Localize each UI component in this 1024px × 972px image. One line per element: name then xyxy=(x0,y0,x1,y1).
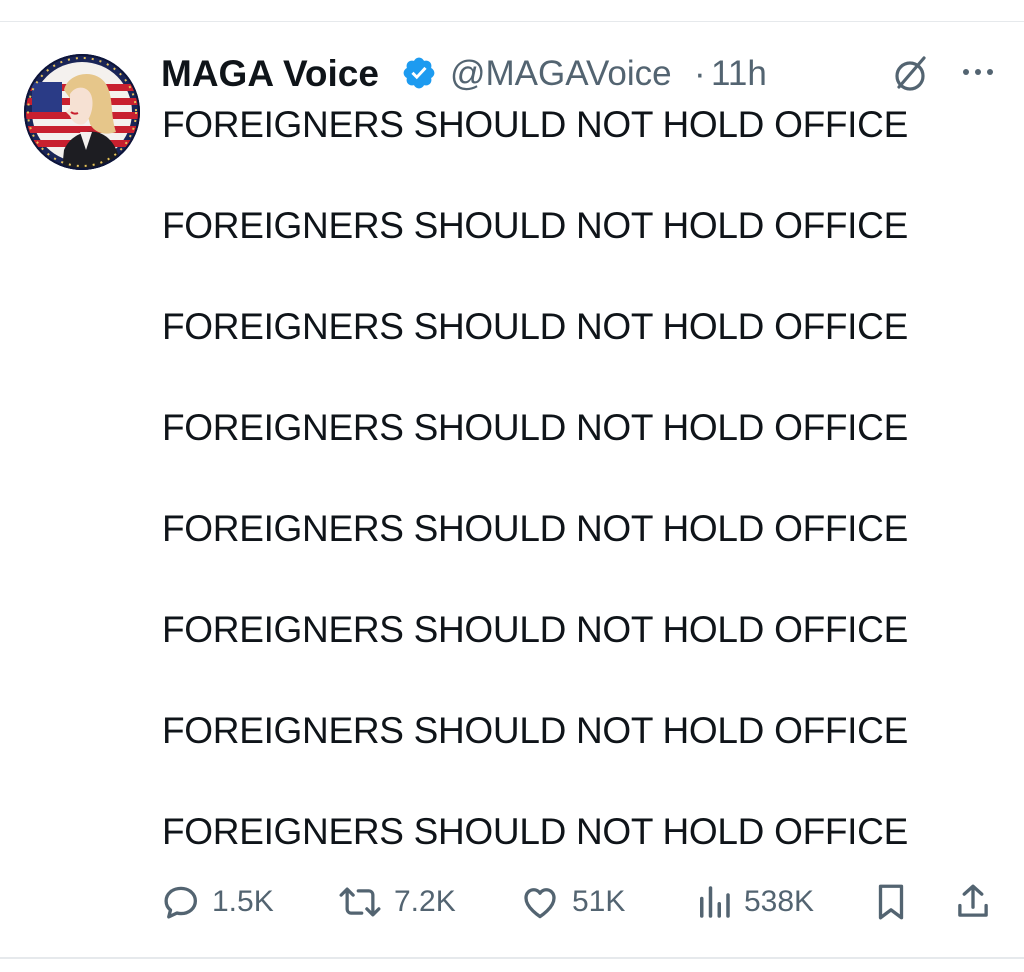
bookmark-button[interactable] xyxy=(874,880,908,924)
repost-button[interactable]: 7.2K xyxy=(336,880,456,924)
tweet-text: FOREIGNERS SHOULD NOT HOLD OFFICE FOREIG… xyxy=(162,100,1002,908)
verified-badge-icon[interactable] xyxy=(401,55,437,91)
reply-button[interactable]: 1.5K xyxy=(160,880,274,924)
tweet-line: FOREIGNERS SHOULD NOT HOLD OFFICE xyxy=(162,205,908,246)
views-icon xyxy=(694,881,734,923)
tweet-line: FOREIGNERS SHOULD NOT HOLD OFFICE xyxy=(162,306,908,347)
heart-icon xyxy=(518,881,562,923)
author-handle[interactable]: @MAGAVoice xyxy=(450,52,672,96)
reply-icon xyxy=(160,881,202,923)
display-name[interactable]: MAGA Voice xyxy=(161,52,379,96)
separator-dot: · xyxy=(694,54,706,93)
like-count: 51K xyxy=(572,885,626,918)
tweet-line: FOREIGNERS SHOULD NOT HOLD OFFICE xyxy=(162,609,908,650)
bottom-divider xyxy=(0,957,1024,959)
tweet-line: FOREIGNERS SHOULD NOT HOLD OFFICE xyxy=(162,811,908,852)
share-icon xyxy=(954,881,992,923)
bookmark-icon xyxy=(874,881,908,923)
tweet-header: MAGA Voice @MAGAVoice · 11h xyxy=(161,44,1004,102)
repost-count: 7.2K xyxy=(394,885,456,918)
tweet-line: FOREIGNERS SHOULD NOT HOLD OFFICE xyxy=(162,508,908,549)
tweet-line: FOREIGNERS SHOULD NOT HOLD OFFICE xyxy=(162,710,908,751)
reply-count: 1.5K xyxy=(212,885,274,918)
top-divider xyxy=(0,21,1024,22)
more-icon[interactable] xyxy=(958,64,998,80)
grok-icon[interactable] xyxy=(886,50,934,98)
tweet-line: FOREIGNERS SHOULD NOT HOLD OFFICE xyxy=(162,407,908,448)
avatar[interactable] xyxy=(24,54,140,170)
tweet-actions: 1.5K 7.2K 51K 538K xyxy=(160,880,1004,924)
tweet-line: FOREIGNERS SHOULD NOT HOLD OFFICE xyxy=(162,104,908,145)
repost-icon xyxy=(336,881,384,923)
timestamp[interactable]: 11h xyxy=(711,52,767,96)
share-button[interactable] xyxy=(954,880,992,924)
views-button[interactable]: 538K xyxy=(694,880,814,924)
views-count: 538K xyxy=(744,885,815,918)
like-button[interactable]: 51K xyxy=(518,880,625,924)
avatar-image xyxy=(24,54,140,170)
